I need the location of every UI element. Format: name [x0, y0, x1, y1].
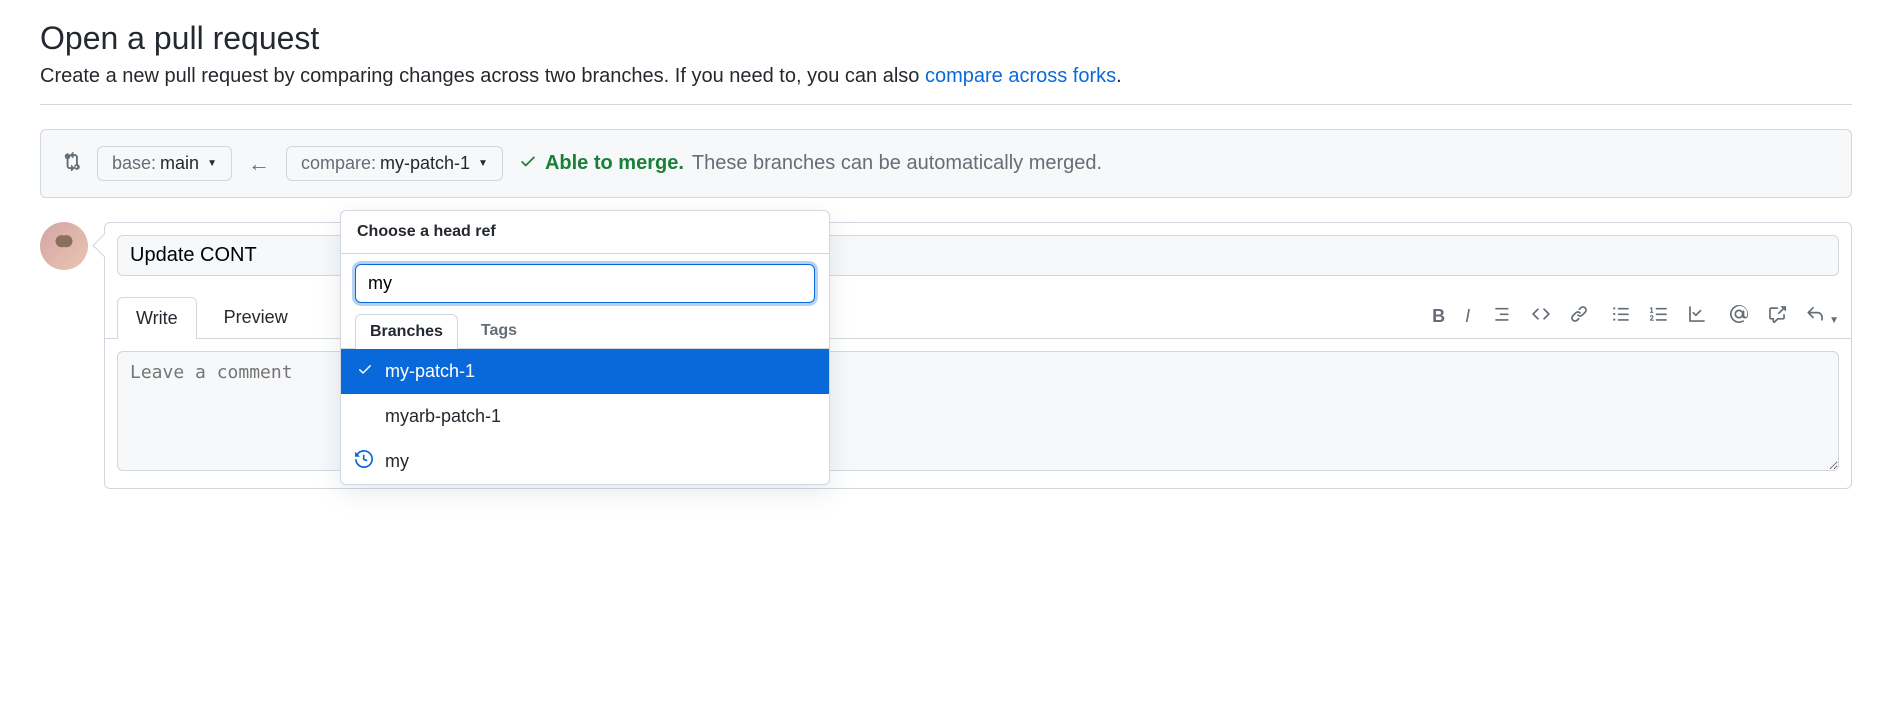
- subtitle-text: Create a new pull request by comparing c…: [40, 65, 925, 87]
- divider: [40, 104, 1852, 105]
- tab-tags[interactable]: Tags: [466, 313, 532, 348]
- compare-across-forks-link[interactable]: compare across forks: [925, 65, 1116, 87]
- subtitle-suffix: .: [1116, 65, 1122, 87]
- write-preview-tabs: Write Preview: [117, 296, 307, 338]
- tab-preview[interactable]: Preview: [205, 296, 307, 338]
- ref-name: my-patch-1: [385, 361, 475, 382]
- ref-list: my-patch-1 myarb-patch-1 my: [341, 349, 829, 484]
- pr-body: Write Preview B I: [40, 222, 1852, 489]
- italic-icon[interactable]: I: [1465, 306, 1470, 327]
- tab-write[interactable]: Write: [117, 297, 197, 339]
- head-ref-dropdown: Choose a head ref Branches Tags my-patch…: [340, 210, 830, 485]
- dropdown-header: Choose a head ref: [341, 211, 829, 254]
- avatar[interactable]: [40, 222, 88, 270]
- history-icon: [355, 450, 373, 473]
- compare-branch-button[interactable]: compare: my-patch-1 ▼: [286, 146, 503, 181]
- link-icon[interactable]: [1570, 305, 1588, 328]
- unordered-list-icon[interactable]: [1612, 305, 1630, 328]
- tasklist-icon[interactable]: [1688, 305, 1706, 328]
- check-icon: [357, 361, 373, 382]
- ref-search-input[interactable]: [355, 264, 815, 303]
- compare-label: compare:: [301, 153, 376, 174]
- dropdown-tabs: Branches Tags: [341, 313, 829, 349]
- reply-icon[interactable]: ▼: [1806, 305, 1839, 328]
- ref-item[interactable]: my-patch-1: [341, 349, 829, 394]
- merge-desc-text: These branches can be automatically merg…: [692, 152, 1102, 175]
- base-label: base:: [112, 153, 156, 174]
- arrow-left-icon: ←: [248, 151, 270, 177]
- bold-icon[interactable]: B: [1432, 306, 1445, 327]
- merge-able-text: Able to merge.: [545, 152, 684, 175]
- ref-item[interactable]: myarb-patch-1: [341, 394, 829, 439]
- formatting-toolbar: B I ▼: [1432, 305, 1839, 338]
- caret-down-icon: ▼: [478, 158, 488, 169]
- page-title: Open a pull request: [40, 20, 1852, 57]
- code-icon[interactable]: [1532, 305, 1550, 328]
- caret-down-icon: ▼: [207, 158, 217, 169]
- page-subtitle: Create a new pull request by comparing c…: [40, 65, 1852, 88]
- tab-branches[interactable]: Branches: [355, 314, 458, 349]
- base-branch-button[interactable]: base: main ▼: [97, 146, 232, 181]
- ref-name: myarb-patch-1: [385, 406, 501, 427]
- check-icon: [519, 152, 537, 176]
- ref-name: my: [385, 451, 409, 472]
- mention-icon[interactable]: [1730, 305, 1748, 328]
- ref-item-recent[interactable]: my: [341, 439, 829, 484]
- merge-status: Able to merge. These branches can be aut…: [519, 152, 1102, 176]
- ordered-list-icon[interactable]: [1650, 305, 1668, 328]
- compare-value: my-patch-1: [380, 153, 470, 174]
- quote-icon[interactable]: [1494, 305, 1512, 328]
- compare-bar: base: main ▼ ← compare: my-patch-1 ▼ Abl…: [40, 129, 1852, 198]
- git-compare-icon: [61, 151, 81, 176]
- base-value: main: [160, 153, 199, 174]
- cross-reference-icon[interactable]: [1768, 305, 1786, 328]
